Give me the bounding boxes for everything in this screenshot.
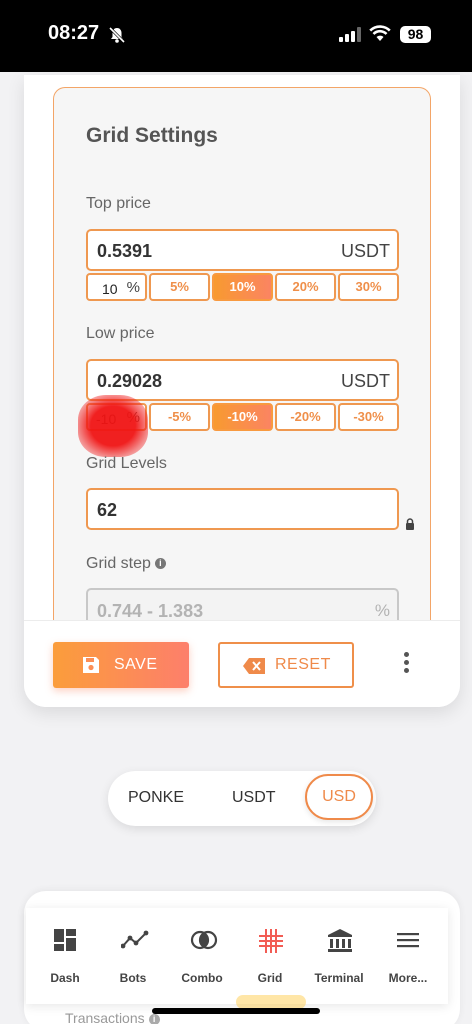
status-time: 08:27 (48, 22, 100, 44)
grid-settings-title: Grid Settings (86, 124, 218, 147)
reset-label: RESET (275, 656, 331, 673)
combo-icon (190, 930, 218, 950)
tab-grid-label: Grid (257, 971, 283, 985)
chart-line-icon (121, 930, 149, 949)
reset-button[interactable]: RESET (218, 642, 354, 688)
transactions-heading: Transactions i (65, 1010, 160, 1024)
grid-settings-panel: Grid Settings Top price 0.5391 USDT 10 %… (53, 87, 431, 627)
backspace-icon (243, 658, 265, 674)
low-price-custom-percent-value: -10 (96, 411, 117, 427)
low-price-custom-percent-input[interactable]: -10 % (86, 403, 147, 431)
currency-toggle: PONKE USDT USD (108, 771, 376, 826)
tab-terminal-label: Terminal (314, 971, 364, 985)
save-button[interactable]: SAVE (53, 642, 189, 688)
bank-icon (328, 929, 352, 952)
top-preset-10[interactable]: 10% (212, 273, 273, 301)
tab-terminal[interactable]: Terminal (305, 908, 373, 1004)
dashboard-icon (54, 929, 76, 951)
grid-levels-input[interactable]: 62 (86, 488, 399, 530)
lock-icon[interactable] (405, 518, 415, 530)
menu-icon (397, 933, 419, 948)
tab-combo[interactable]: Combo (168, 908, 236, 1004)
low-price-percent-row: -10 % -5% -10% -20% -30% (78, 395, 399, 457)
grid-icon (259, 929, 283, 953)
top-price-input[interactable]: 0.5391 USDT (86, 229, 399, 271)
top-preset-5[interactable]: 5% (149, 273, 210, 301)
grid-step-value: 0.744 - 1.383 (97, 601, 204, 621)
tab-dash-label: Dash (50, 971, 80, 985)
tab-grid[interactable]: Grid (236, 908, 304, 1004)
percent-sign: % (126, 279, 140, 296)
percent-sign: % (126, 409, 140, 426)
low-price-label: Low price (86, 325, 155, 342)
top-price-custom-percent-input[interactable]: 10 % (86, 273, 147, 301)
top-preset-20[interactable]: 20% (275, 273, 336, 301)
save-label: SAVE (114, 656, 158, 673)
low-price-value: 0.29028 (97, 371, 163, 391)
tab-bots-label: Bots (119, 971, 147, 985)
grid-levels-label: Grid Levels (86, 455, 167, 472)
tab-dash[interactable]: Dash (31, 908, 99, 1004)
wifi-icon (369, 25, 391, 41)
low-price-input[interactable]: 0.29028 USDT (86, 359, 399, 401)
top-price-custom-percent-value: 10 (102, 281, 118, 297)
grid-step-label: Grid step (86, 555, 151, 572)
tab-more-label: More... (388, 971, 428, 985)
currency-option-ponke[interactable]: PONKE (128, 789, 184, 807)
grid-step-unit: % (374, 601, 390, 620)
info-icon[interactable]: i (148, 1013, 160, 1024)
tab-combo-label: Combo (181, 971, 223, 985)
tab-more[interactable]: More... (374, 908, 442, 1004)
background-glow (236, 995, 306, 1009)
low-preset-minus-5[interactable]: -5% (149, 403, 210, 431)
signal-icon (339, 27, 361, 42)
more-options-icon[interactable] (396, 652, 416, 680)
low-preset-minus-10[interactable]: -10% (212, 403, 273, 431)
home-indicator[interactable] (152, 1008, 320, 1014)
low-price-unit: USDT (341, 371, 390, 391)
currency-option-usd[interactable]: USD (305, 774, 373, 820)
grid-levels-value: 62 (97, 500, 118, 520)
top-price-value: 0.5391 (97, 241, 153, 261)
status-bar: 08:27 98 (0, 0, 472, 72)
transactions-label: Transactions (65, 1010, 145, 1024)
tab-bots[interactable]: Bots (99, 908, 167, 1004)
currency-option-usdt[interactable]: USDT (232, 789, 276, 807)
top-preset-30[interactable]: 30% (338, 273, 399, 301)
info-icon[interactable]: i (154, 558, 166, 570)
top-price-label: Top price (86, 195, 151, 212)
battery-indicator: 98 (400, 26, 431, 43)
low-preset-minus-30[interactable]: -30% (338, 403, 399, 431)
top-price-percent-row: 10 % 5% 10% 20% 30% (86, 273, 399, 301)
low-preset-minus-20[interactable]: -20% (275, 403, 336, 431)
bottom-tab-bar: Dash Bots Combo Grid Terminal More... (26, 908, 448, 1004)
save-icon (83, 657, 99, 673)
bell-off-icon (108, 26, 126, 44)
grid-step-label-row: Grid step i (86, 555, 166, 573)
top-price-unit: USDT (341, 241, 390, 261)
action-bar: SAVE RESET (24, 620, 460, 707)
